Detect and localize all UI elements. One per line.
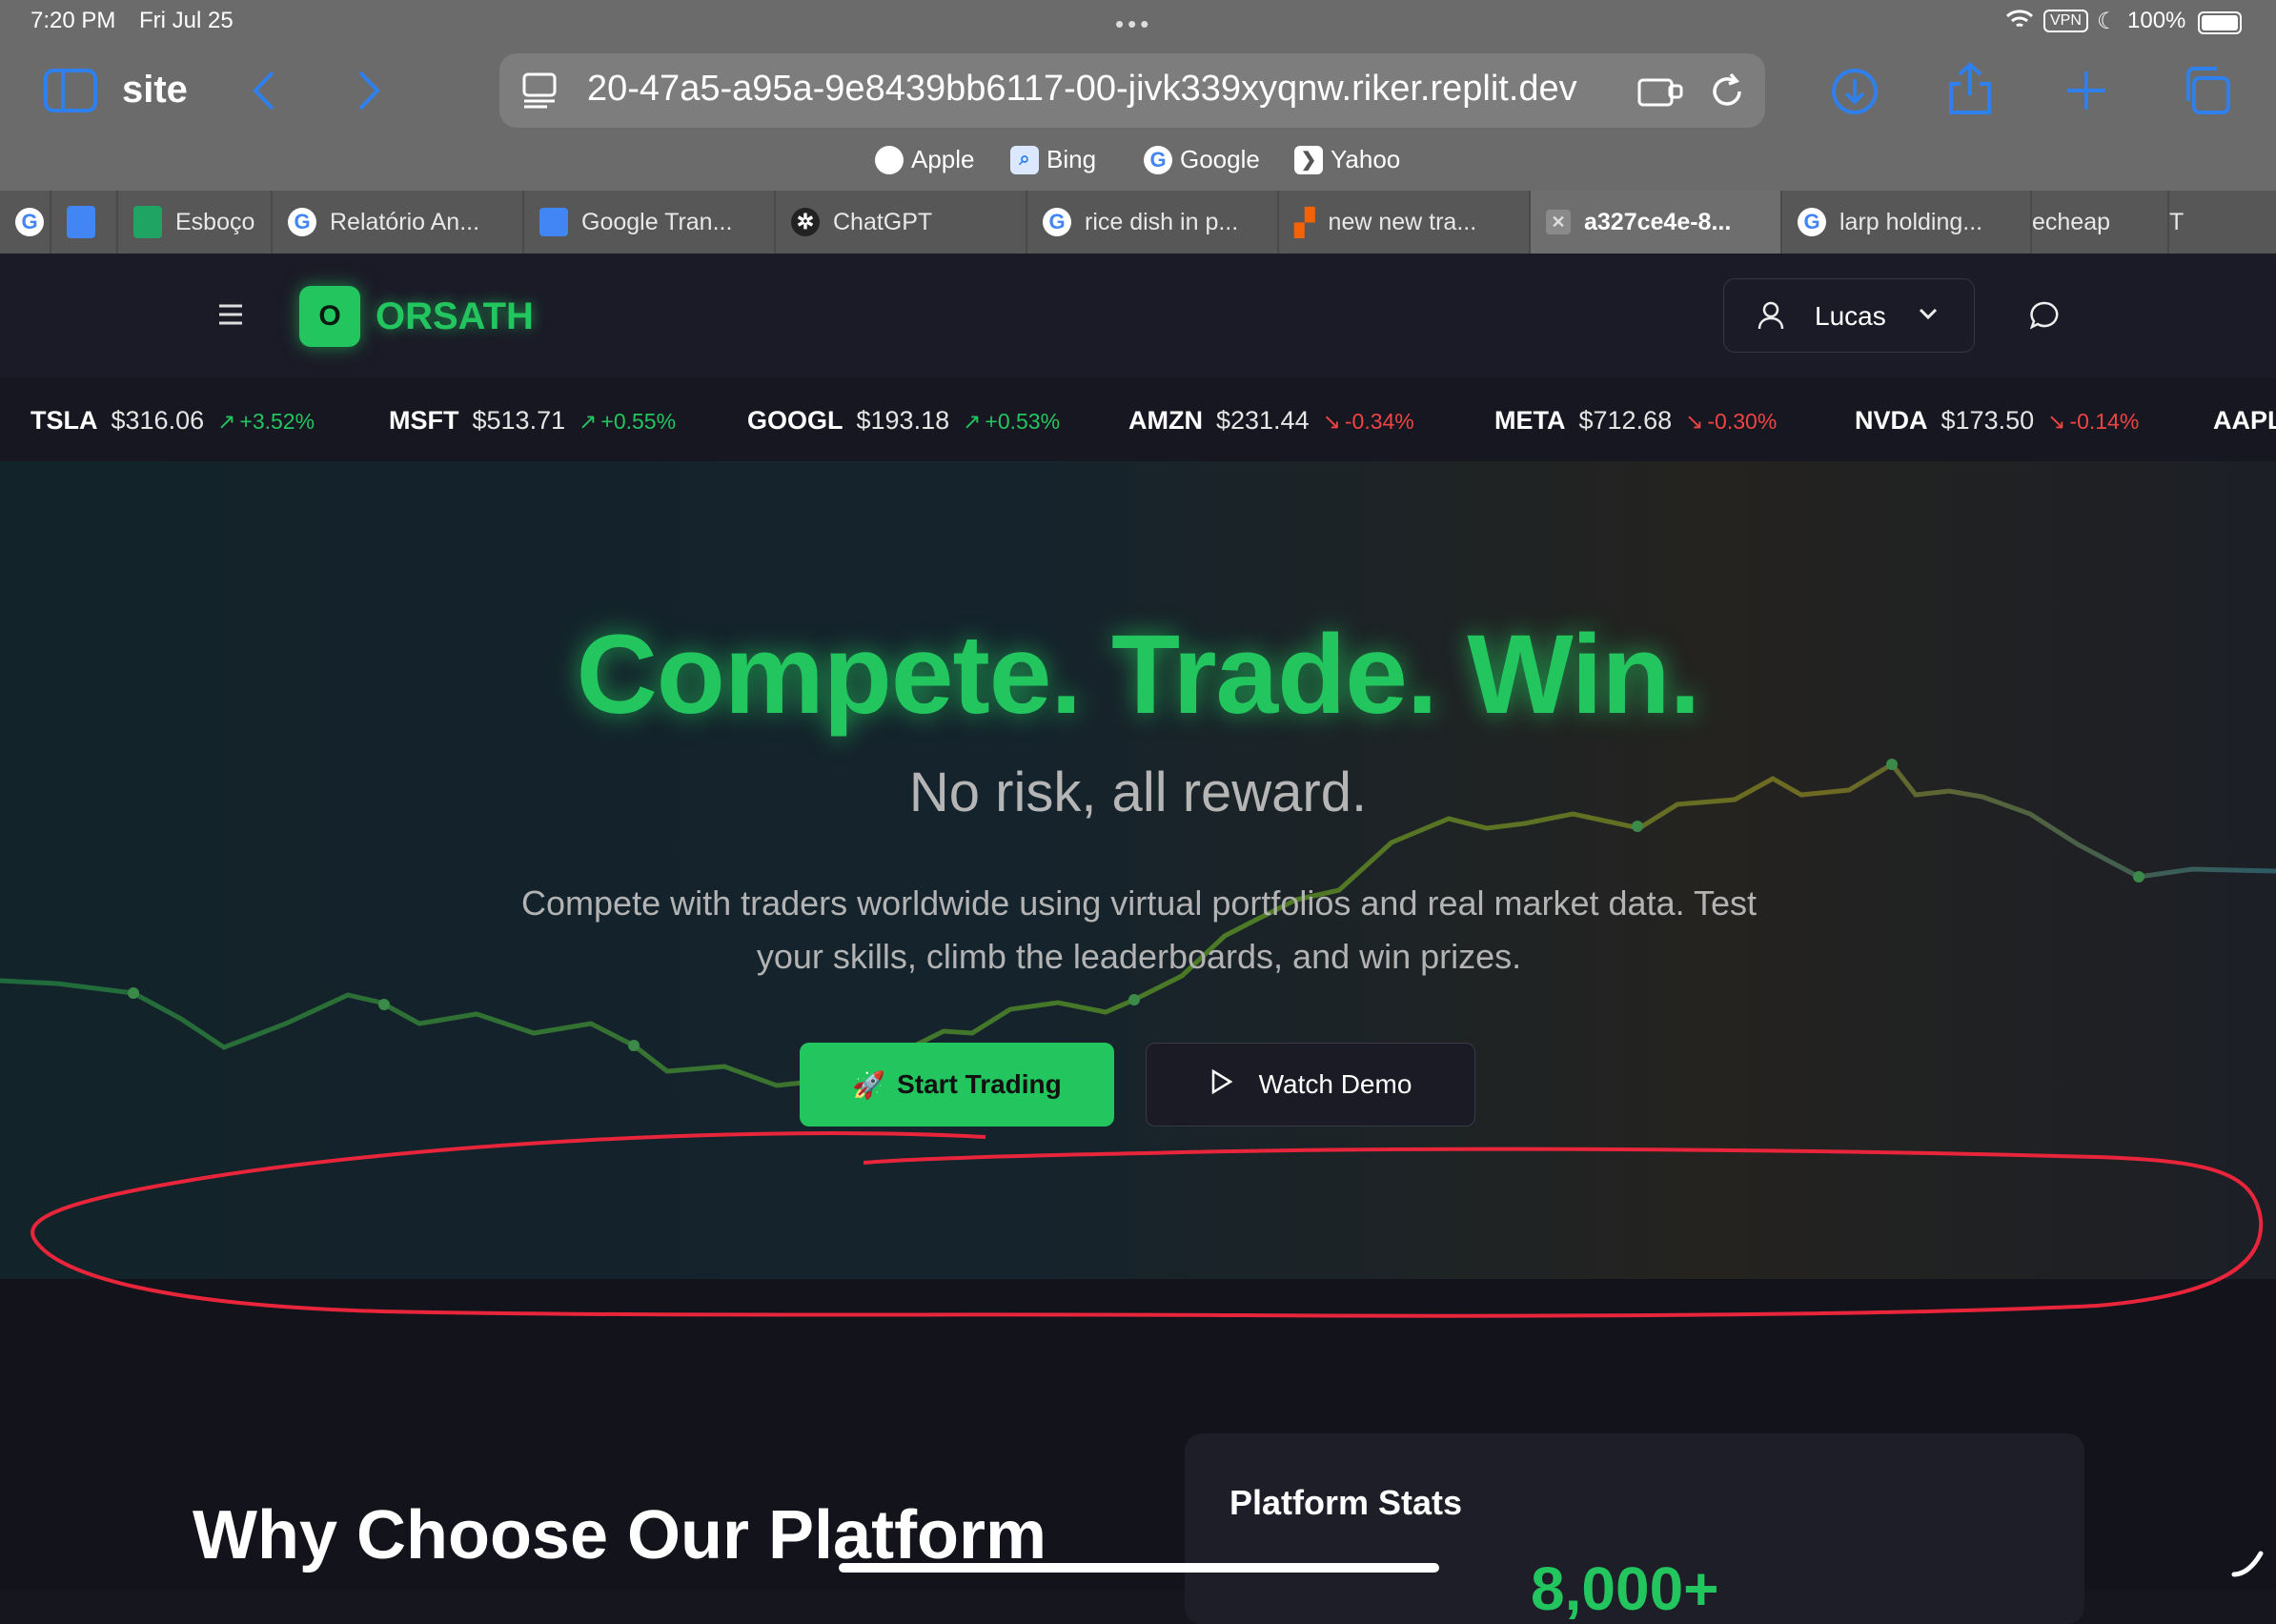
home-indicator[interactable] (839, 1563, 1439, 1573)
brand-name[interactable]: ORSATH (376, 295, 534, 338)
tab-active-replit[interactable]: ✕ a327ce4e-8... (1531, 191, 1782, 254)
logo-badge[interactable]: O (299, 286, 360, 347)
translate-icon (539, 208, 568, 236)
tab-overview-icon[interactable] (2181, 65, 2232, 121)
replit-icon: ▞ (1294, 207, 1315, 237)
chat-bubble-icon[interactable] (2028, 299, 2061, 336)
ticker-item[interactable]: AAPL (2213, 406, 2276, 436)
download-icon[interactable] (1830, 67, 1880, 121)
bing-search-icon: ⌕ (1010, 145, 1039, 174)
close-tab-icon[interactable]: ✕ (1546, 210, 1571, 234)
page-menu-icon[interactable] (522, 72, 557, 113)
platform-stats-number: 8,000+ (1531, 1554, 1719, 1623)
hero-description: Compete with traders worldwide using vir… (521, 883, 1757, 976)
apple-icon (875, 145, 904, 174)
multitask-dots-icon[interactable]: ••• (1115, 10, 1152, 39)
ticker-item[interactable]: GOOGL $193.18 ↗ +0.53% (747, 406, 1060, 436)
chatgpt-icon: ✲ (791, 208, 820, 236)
ticker-item[interactable]: TSLA $316.06 ↗ +3.52% (30, 406, 315, 436)
sidebar-label[interactable]: site (122, 69, 188, 112)
google-icon: G (15, 208, 44, 236)
ticker-item[interactable]: AMZN $231.44 ↘ -0.34% (1128, 406, 1414, 436)
sheets-icon (133, 206, 162, 238)
trend-down-icon: ↘ (1685, 409, 1704, 434)
google-icon: G (1798, 208, 1826, 236)
google-icon: G (288, 208, 316, 236)
trend-up-icon: ↗ (963, 409, 982, 434)
favorite-bing[interactable]: ⌕ Bing (1010, 145, 1096, 174)
tab-partial[interactable]: T (2169, 191, 2276, 254)
trend-up-icon: ↗ (579, 409, 598, 434)
share-icon[interactable] (1946, 61, 1994, 121)
yahoo-icon: ❯ (1294, 145, 1323, 174)
address-text[interactable]: 20-47a5-a95a-9e8439bb6117-00-jivk339xyqn… (587, 69, 1577, 110)
vpn-badge: VPN (2043, 10, 2088, 32)
tab-new-new-trade[interactable]: ▞ new new tra... (1279, 191, 1531, 254)
hero-headline: Compete. Trade. Win. (576, 612, 1701, 738)
user-name: Lucas (1815, 301, 1886, 331)
tab-rice-dish[interactable]: Grice dish in p... (1027, 191, 1279, 254)
wifi-icon (2005, 8, 2034, 37)
tab-relatorio[interactable]: G Relatório An... (273, 191, 524, 254)
google-icon: G (1144, 145, 1172, 174)
favorite-apple[interactable]: Apple (875, 145, 975, 174)
platform-stats-title: Platform Stats (1229, 1483, 1463, 1522)
tab-google[interactable]: G (0, 191, 51, 254)
moon-icon: ☾ (2097, 9, 2118, 34)
favorite-google[interactable]: G Google (1144, 145, 1260, 174)
extension-icon[interactable] (1637, 74, 1685, 113)
forward-icon[interactable] (355, 69, 383, 117)
red-annotation-scribble (30, 1131, 2264, 1318)
tab-echeap[interactable]: echeap (2032, 191, 2169, 254)
tab-larp-holding[interactable]: Glarp holding... (1782, 191, 2032, 254)
battery-percent: 100% (2127, 8, 2186, 33)
pencil-handle-icon (2230, 1550, 2265, 1583)
back-icon[interactable] (250, 69, 278, 117)
trend-down-icon: ↘ (1322, 409, 1341, 434)
tab-docs[interactable] (51, 191, 118, 254)
ticker-item[interactable]: NVDA $173.50 ↘ -0.14% (1855, 406, 2139, 436)
google-icon: G (1043, 208, 1071, 236)
new-tab-icon[interactable] (2064, 69, 2108, 117)
tab-chatgpt[interactable]: ✲ ChatGPT (776, 191, 1027, 254)
hero-subheadline: No risk, all reward. (908, 761, 1368, 823)
sidebar-toggle-icon[interactable] (44, 69, 97, 117)
ticker-item[interactable]: META $712.68 ↘ -0.30% (1494, 406, 1777, 436)
hamburger-menu-icon[interactable] (217, 303, 244, 331)
favorite-yahoo[interactable]: ❯ Yahoo (1294, 145, 1400, 174)
tab-google-translate[interactable]: Google Tran... (524, 191, 776, 254)
user-icon (1758, 301, 1784, 335)
battery-icon (2198, 11, 2242, 34)
ticker-item[interactable]: MSFT $513.71 ↗ +0.55% (389, 406, 676, 436)
status-date: Fri Jul 25 (139, 8, 234, 33)
status-time: 7:20 PM (30, 8, 116, 33)
chevron-down-icon (1918, 307, 1939, 325)
trend-up-icon: ↗ (217, 409, 236, 434)
docs-icon (67, 206, 95, 238)
tab-esboco[interactable]: Esboço (118, 191, 273, 254)
reload-icon[interactable] (1708, 71, 1746, 115)
trend-down-icon: ↘ (2047, 409, 2066, 434)
